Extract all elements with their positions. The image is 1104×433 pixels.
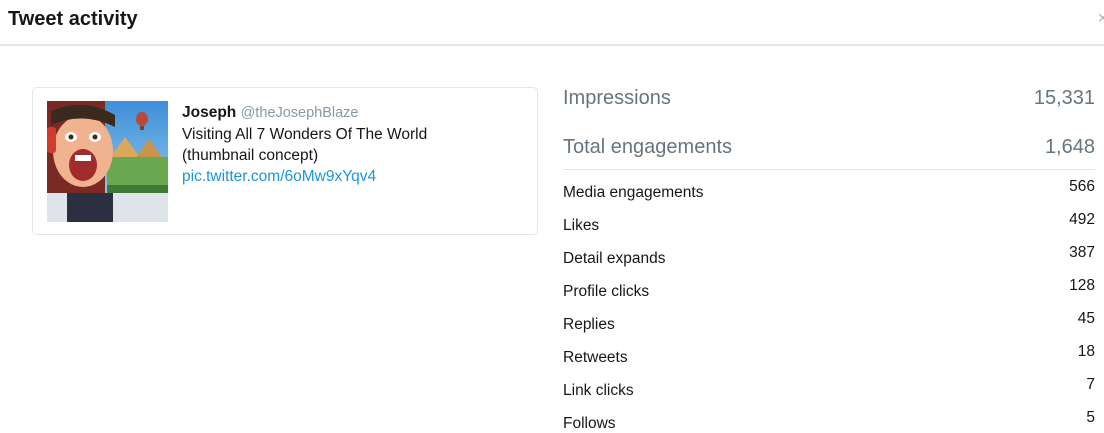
stat-row: Detail expands 387 xyxy=(563,244,1095,277)
stat-row: Link clicks 7 xyxy=(563,376,1095,409)
modal-header: Tweet activity × xyxy=(0,0,1104,46)
stat-label: Total engagements xyxy=(563,136,733,158)
stat-value: 128 xyxy=(1069,277,1095,294)
stat-value: 492 xyxy=(1069,211,1095,228)
stat-row: Likes 492 xyxy=(563,211,1095,244)
stat-label: Media engagements xyxy=(563,184,704,201)
stat-total-engagements: Total engagements 1,648 xyxy=(563,136,1095,166)
stat-label: Follows xyxy=(563,415,616,432)
stat-label: Profile clicks xyxy=(563,283,650,300)
stat-value: 387 xyxy=(1069,244,1095,261)
page-title: Tweet activity xyxy=(8,8,138,30)
stat-value: 7 xyxy=(1086,376,1095,393)
tweet-thumbnail[interactable] xyxy=(47,101,168,222)
stat-label: Replies xyxy=(563,316,615,333)
stat-row: Retweets 18 xyxy=(563,343,1095,376)
stat-value: 5 xyxy=(1086,409,1095,426)
stat-value: 1,648 xyxy=(1044,136,1095,158)
stat-impressions: Impressions 15,331 xyxy=(563,87,1095,117)
tweet-content: Joseph @theJosephBlaze Visiting All 7 Wo… xyxy=(182,102,522,187)
stat-row: Media engagements 566 xyxy=(563,178,1095,211)
tweet-text-line: Visiting All 7 Wonders Of The World xyxy=(182,126,428,143)
author-handle[interactable]: @theJosephBlaze xyxy=(241,105,359,121)
author-name[interactable]: Joseph xyxy=(182,104,236,121)
stat-value: 18 xyxy=(1077,343,1095,360)
tweet-text-line: (thumbnail concept) xyxy=(182,147,319,164)
stat-row: Replies 45 xyxy=(563,310,1095,343)
divider xyxy=(563,169,1095,170)
stat-value: 45 xyxy=(1077,310,1095,327)
tweet-card[interactable]: Joseph @theJosephBlaze Visiting All 7 Wo… xyxy=(32,87,538,235)
stat-label: Likes xyxy=(563,217,600,234)
stat-label: Detail expands xyxy=(563,250,666,267)
stat-row: Profile clicks 128 xyxy=(563,277,1095,310)
stat-row: Follows 5 xyxy=(563,409,1095,432)
close-icon[interactable]: × xyxy=(1097,8,1104,29)
stat-label: Retweets xyxy=(563,349,628,366)
stat-value: 566 xyxy=(1069,178,1095,195)
stat-label: Impressions xyxy=(563,87,671,109)
stat-label: Link clicks xyxy=(563,382,634,399)
tweet-media-link[interactable]: pic.twitter.com/6oMw9xYqv4 xyxy=(182,166,522,187)
stat-value: 15,331 xyxy=(1033,87,1095,109)
thumbnail-image xyxy=(47,101,168,222)
